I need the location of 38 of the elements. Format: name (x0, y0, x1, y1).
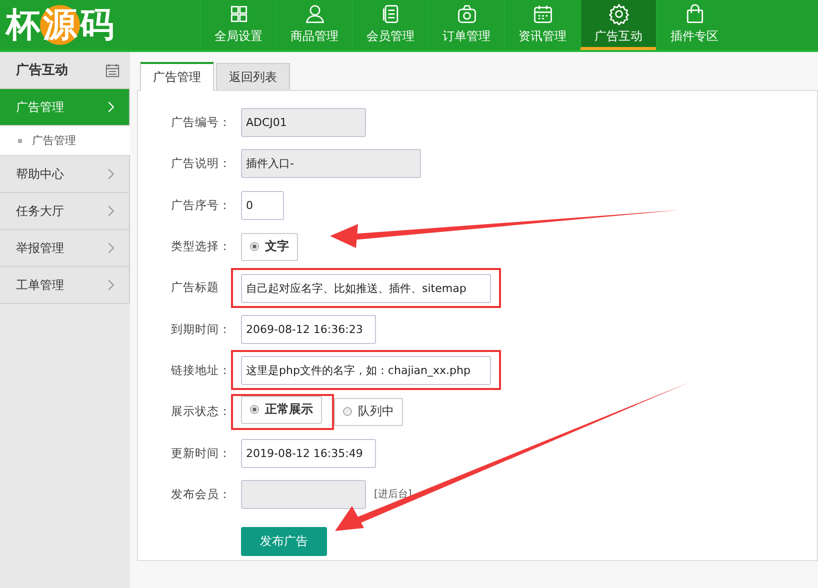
tab[interactable]: 返回列表 (216, 63, 290, 90)
calendar-icon (105, 62, 120, 78)
submit-button[interactable]: 发布广告 (241, 526, 327, 556)
radio-option[interactable]: 文字 (241, 232, 298, 261)
sidebar-item[interactable]: 举报管理 (0, 230, 130, 267)
settings-icon (608, 2, 630, 24)
chevron-icon (107, 241, 115, 255)
field-label: 展示状态： (171, 404, 232, 420)
input-field[interactable]: 0 (241, 190, 284, 220)
sidebar-title: 广告互动 (16, 62, 68, 79)
user-icon (304, 2, 326, 24)
input-field[interactable]: 自己起对应名字、比如推送、插件、sitemap (241, 274, 491, 303)
field-label: 广告说明： (171, 156, 232, 172)
sidebar-item[interactable]: 帮助中心 (0, 156, 130, 193)
field-label: 广告编号： (171, 115, 232, 130)
radio-option[interactable]: 队列中 (334, 398, 403, 426)
radio-option[interactable]: 正常展示 (241, 396, 322, 424)
tab[interactable]: 广告管理 (140, 62, 214, 91)
chevron-icon (107, 204, 115, 218)
field-label: 发布会员： (171, 486, 232, 502)
field-label: 广告序号： (171, 198, 232, 213)
chevron-icon (107, 100, 115, 114)
sidebar-subitem[interactable]: 广告管理 (0, 126, 130, 156)
field-label: 类型选择： (171, 239, 232, 254)
input-field[interactable]: 2019-08-12 16:35:49 (241, 438, 376, 468)
input-field[interactable]: 2069-08-12 16:36:23 (241, 314, 376, 344)
sidebar-item[interactable]: 任务大厅 (0, 193, 130, 230)
logo: 杯源码 (4, 4, 115, 47)
field-label: 广告标题 (171, 280, 220, 296)
chevron-icon (107, 278, 115, 292)
field-label: 链接地址： (171, 362, 232, 378)
field-label: 到期时间： (171, 322, 232, 337)
nav-tab[interactable]: 广告互动 (580, 0, 656, 50)
input-field[interactable]: 这里是php文件的名字，如：chajian_xx.php (241, 356, 491, 386)
chevron-icon (107, 167, 115, 181)
camera-icon (456, 2, 478, 24)
field-label: 更新时间： (171, 446, 232, 461)
sidebar-item[interactable]: 工单管理 (0, 267, 130, 304)
